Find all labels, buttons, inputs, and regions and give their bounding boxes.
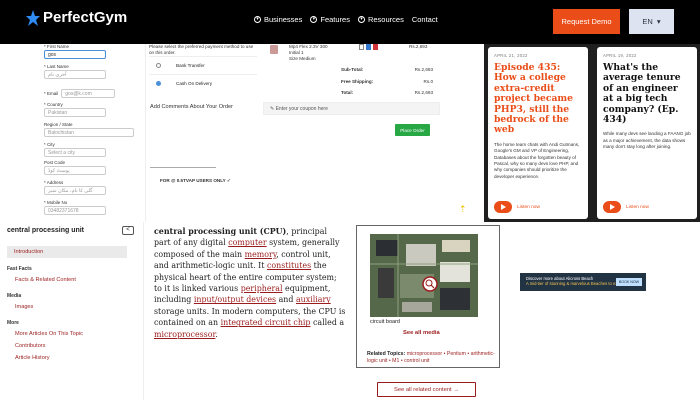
circuit-board-image[interactable] — [370, 234, 478, 317]
nav-link-contact[interactable]: Contact — [412, 15, 438, 24]
sidebar-heading-fast-facts: Fast Facts — [7, 266, 32, 272]
payment-option-bank[interactable]: Bank Transfer — [149, 56, 257, 74]
article-term: central processing unit (CPU) — [154, 227, 287, 236]
nav-links: ▾ Businesses ▾ Features ▾ Resources Contact — [254, 15, 438, 24]
top-nav: PerfectGym ▾ Businesses ▾ Features ▾ Resour… — [0, 0, 700, 44]
collapse-icon[interactable]: < — [122, 226, 134, 235]
edit-icon: ✎ — [270, 106, 275, 112]
postcode-field[interactable]: پوسٹ کوڈ — [44, 166, 106, 175]
link-computer[interactable]: computer — [228, 238, 266, 247]
see-all-media-link[interactable]: See all media — [403, 330, 440, 336]
checkout-form: * First Name gos * Last Name آخری نام * … — [36, 44, 146, 222]
play-icon — [603, 201, 621, 213]
product-price: Rs.2,693 — [409, 44, 428, 49]
nav-link-resources[interactable]: ▾ Resources — [357, 15, 404, 24]
radio-checked-icon[interactable] — [156, 81, 161, 86]
place-order-button[interactable]: Place Order — [395, 124, 430, 136]
podcast-description: While many devs see landing a FAANG job … — [603, 131, 691, 150]
article-paragraph: central processing unit (CPU), principal… — [154, 227, 346, 339]
advertisement-banner[interactable]: Discover more about Alicross Beach A mid… — [520, 273, 646, 291]
podcast-card[interactable]: APRIL 21, 2022 Episode 435: How a colleg… — [488, 47, 588, 219]
link-io-devices[interactable]: input/output devices — [194, 295, 276, 304]
last-name-field[interactable]: آخری نام — [44, 70, 106, 79]
link-constitutes[interactable]: constitutes — [267, 261, 311, 270]
related-topics: Related Topics: microprocessor • Pentium… — [367, 351, 495, 364]
first-name-group: * First Name gos — [44, 44, 106, 59]
chevron-down-icon: ▾ — [357, 16, 365, 23]
email-group: * Email gos@k.com — [44, 88, 116, 98]
sidebar-item-article-history[interactable]: Article History — [15, 355, 50, 361]
order-summary: Mp4 Flex 2.3V 300 Initial 1 Size Medium … — [260, 44, 467, 222]
podcast-title[interactable]: Episode 435: How a college extra-credit … — [494, 62, 582, 136]
language-selector[interactable]: EN ▾ — [629, 9, 674, 34]
shipping-row: Free Shipping: Rs.0 — [341, 79, 433, 84]
first-name-field[interactable]: gos — [44, 50, 106, 59]
media-panel: circuit board See all media Related Topi… — [356, 225, 500, 368]
buy-notice: FOR @ 0.5TVAP USERS ONLY ✓ — [160, 178, 231, 183]
address-group: * Address گلی کا نام، مکان نمبر — [44, 180, 106, 195]
ad-text: Discover more about Alicross Beach A mid… — [526, 276, 627, 286]
chevron-down-icon: ▾ — [310, 16, 318, 23]
nav-link-features[interactable]: ▾ Features — [310, 15, 350, 24]
play-icon — [494, 201, 512, 213]
logo-text: PerfectGym — [43, 9, 128, 26]
country-select[interactable]: Pakistan — [44, 108, 106, 117]
address-field[interactable]: گلی کا نام، مکان نمبر — [44, 186, 106, 195]
mobile-field[interactable]: 03482371678 — [44, 206, 106, 215]
payment-panel: Please select the preferred payment meth… — [146, 44, 260, 222]
sidebar-item-images[interactable]: Images — [15, 304, 33, 310]
last-name-group: * Last Name آخری نام — [44, 64, 106, 79]
mobile-group: * Mobile No 03482371678 — [44, 200, 106, 215]
comments-label: Add Comments About Your Order — [150, 104, 234, 110]
sidebar-item-facts[interactable]: Facts & Related Content — [15, 277, 76, 283]
radio-icon[interactable] — [156, 63, 161, 68]
coupon-input[interactable]: ✎ Enter your coupon here — [263, 102, 440, 115]
podcast-card[interactable]: APRIL 19, 2022 What's the average tenure… — [597, 47, 697, 219]
sidebar-heading-media: Media — [7, 293, 22, 299]
remove-icon[interactable] — [373, 44, 378, 50]
product-info: Mp4 Flex 2.3V 300 Initial 1 Size Medium — [289, 44, 328, 61]
quantity-box[interactable] — [359, 44, 364, 50]
sidebar-item-more-articles[interactable]: More Articles On This Topic — [15, 331, 83, 337]
star-logo-icon — [26, 9, 40, 26]
product-thumbnail — [270, 45, 278, 54]
postcode-group: Post Code پوسٹ کوڈ — [44, 160, 106, 175]
link-integrated-circuit[interactable]: integrated circuit chip — [221, 318, 311, 327]
sidebar-heading-more: More — [7, 320, 19, 326]
link-auxiliary[interactable]: auxiliary — [296, 295, 331, 304]
email-field[interactable]: gos@k.com — [61, 89, 116, 98]
nav-link-businesses[interactable]: ▾ Businesses — [254, 15, 302, 24]
country-group: * Country Pakistan — [44, 102, 106, 117]
ad-book-button[interactable]: BOOK NOW — [616, 278, 642, 286]
listen-now-button[interactable]: Listen now — [603, 201, 649, 213]
total-row: Total: Rs.2,693 — [341, 90, 433, 95]
link-memory[interactable]: memory — [245, 250, 277, 259]
podcast-description: The home team chats with Andi Gutmans, G… — [494, 141, 580, 179]
chevron-down-icon: ▾ — [254, 16, 261, 23]
upload-arrow-icon[interactable]: ⇡ — [459, 204, 467, 214]
article-sidebar: central processing unit < Introduction F… — [0, 222, 144, 400]
see-all-related-button[interactable]: See all related content → — [377, 382, 476, 397]
listen-now-button[interactable]: Listen now — [494, 201, 540, 213]
request-demo-button[interactable]: Request Demo — [553, 9, 620, 34]
link-peripheral[interactable]: peripheral — [241, 284, 283, 293]
payment-prompt: Please select the preferred payment meth… — [149, 44, 254, 55]
sidebar-item-introduction[interactable]: Introduction — [7, 246, 127, 258]
chevron-down-icon: ▾ — [656, 17, 661, 26]
payment-option-cod[interactable]: Cash On Delivery — [149, 74, 257, 92]
region-select[interactable]: Balochistan — [44, 128, 134, 137]
comments-textarea[interactable] — [150, 112, 216, 168]
logo[interactable]: PerfectGym — [26, 9, 127, 26]
subtotal-row: Sub-Total: Rs.2,693 — [341, 67, 433, 72]
podcast-title[interactable]: What's the average tenure of an engineer… — [603, 62, 691, 125]
city-select[interactable]: Select a city — [44, 148, 106, 157]
region-group: Region / State Balochistan — [44, 122, 134, 137]
image-caption: circuit board — [370, 319, 400, 325]
sidebar-item-contributors[interactable]: Contributors — [15, 343, 45, 349]
refresh-icon[interactable] — [366, 44, 371, 50]
link-microprocessor[interactable]: microprocessor — [154, 330, 215, 339]
quantity-controls — [359, 44, 378, 50]
sidebar-title: central processing unit — [7, 227, 85, 234]
city-group: * City Select a city — [44, 142, 106, 157]
